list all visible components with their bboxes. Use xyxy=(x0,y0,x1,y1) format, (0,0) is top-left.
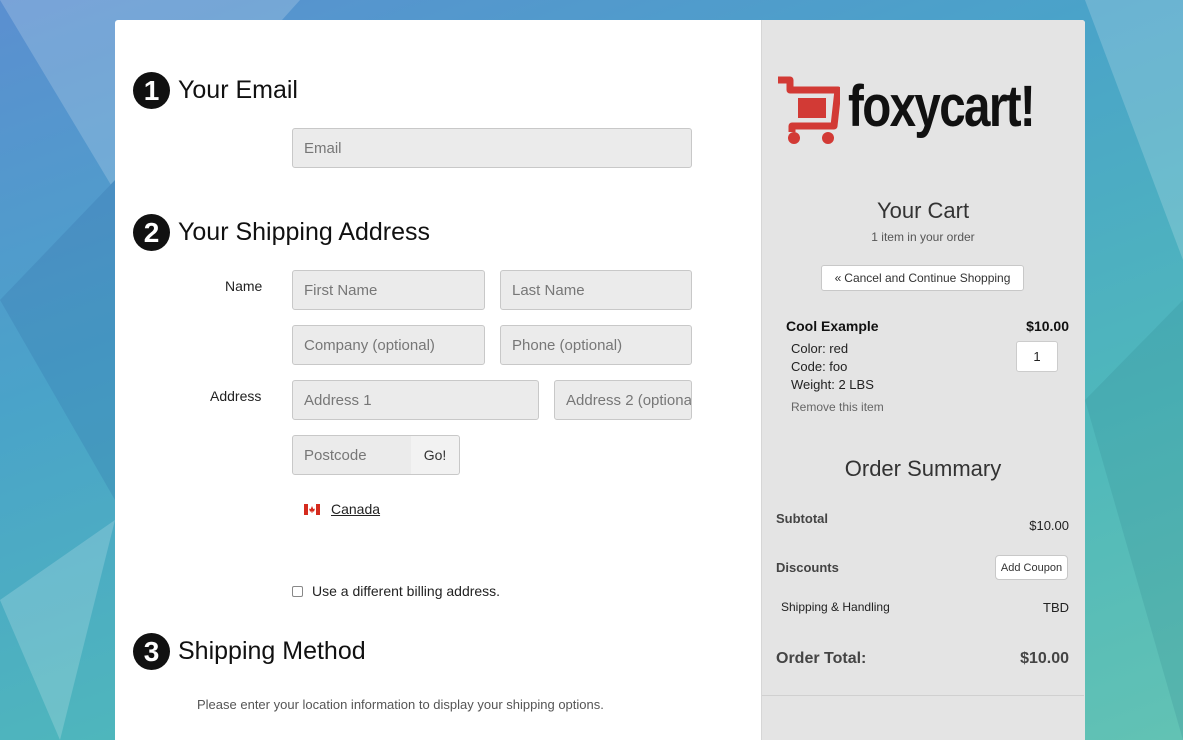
subtotal-label: Subtotal xyxy=(776,511,828,526)
quantity-input[interactable]: 1 xyxy=(1016,341,1058,372)
double-chevron-left-icon: « xyxy=(834,271,842,285)
cart-item-count: 1 item in your order xyxy=(871,230,975,244)
add-coupon-button[interactable]: Add Coupon xyxy=(995,555,1068,580)
step-number: 1 xyxy=(133,72,170,109)
remove-item-link[interactable]: Remove this item xyxy=(791,400,884,414)
billing-option: Use a different billing address. xyxy=(292,583,500,599)
order-total-label: Order Total: xyxy=(776,650,867,667)
billing-checkbox-label[interactable]: Use a different billing address. xyxy=(312,583,500,599)
email-section-header: 1 Your Email xyxy=(133,72,298,109)
checkout-card: 1 Your Email Email 2 Your Shipping Addre… xyxy=(115,20,1085,740)
shipping-method-message: Please enter your location information t… xyxy=(197,697,604,712)
item-option: Color: red xyxy=(791,341,849,356)
logo-text: foxycart! xyxy=(848,73,1036,139)
phone-field[interactable]: Phone (optional) xyxy=(500,325,692,365)
address2-field[interactable]: Address 2 (optiona xyxy=(554,380,692,420)
step-number: 3 xyxy=(133,633,170,670)
name-label: Name xyxy=(225,278,263,294)
address1-field[interactable]: Address 1 xyxy=(292,380,539,420)
cancel-continue-shopping-button[interactable]: « Cancel and Continue Shopping xyxy=(821,265,1024,291)
method-section-header: 3 Shipping Method xyxy=(133,633,366,670)
section-title: Shipping Method xyxy=(178,637,366,665)
country-selector[interactable]: Canada xyxy=(304,501,380,517)
address-label: Address xyxy=(210,388,262,404)
billing-checkbox[interactable] xyxy=(292,585,303,597)
country-link[interactable]: Canada xyxy=(331,501,380,517)
checkout-form: 1 Your Email Email 2 Your Shipping Addre… xyxy=(115,20,761,740)
shipping-handling-label: Shipping & Handling xyxy=(781,600,890,614)
item-price: $10.00 xyxy=(1026,318,1069,334)
postcode-field[interactable]: Postcode xyxy=(292,435,412,475)
step-number: 2 xyxy=(133,214,170,251)
first-name-field[interactable]: First Name xyxy=(292,270,485,310)
canada-flag-icon xyxy=(304,503,320,515)
subtotal-value: $10.00 xyxy=(1029,518,1069,533)
section-title: Your Email xyxy=(178,76,298,104)
email-field[interactable]: Email xyxy=(292,128,692,168)
foxycart-logo: foxycart! xyxy=(776,68,1075,144)
company-field[interactable]: Company (optional) xyxy=(292,325,485,365)
order-total-value: $10.00 xyxy=(1020,650,1069,667)
order-summary-title: Order Summary xyxy=(844,456,1002,481)
cart-sidebar: foxycart! Your Cart 1 item in your order… xyxy=(761,20,1085,740)
shipping-section-header: 2 Your Shipping Address xyxy=(133,214,430,251)
shopping-cart-icon xyxy=(778,76,840,144)
divider xyxy=(762,695,1084,696)
cart-title: Your Cart xyxy=(876,198,970,223)
item-name: Cool Example xyxy=(786,318,879,334)
postcode-go-button[interactable]: Go! xyxy=(411,435,460,475)
discounts-label: Discounts xyxy=(776,560,839,575)
item-option: Code: foo xyxy=(791,359,848,374)
item-option: Weight: 2 LBS xyxy=(791,377,874,392)
section-title: Your Shipping Address xyxy=(178,218,431,246)
last-name-field[interactable]: Last Name xyxy=(500,270,692,310)
cancel-button-label: Cancel and Continue Shopping xyxy=(844,271,1011,285)
shipping-handling-value: TBD xyxy=(1043,600,1069,615)
